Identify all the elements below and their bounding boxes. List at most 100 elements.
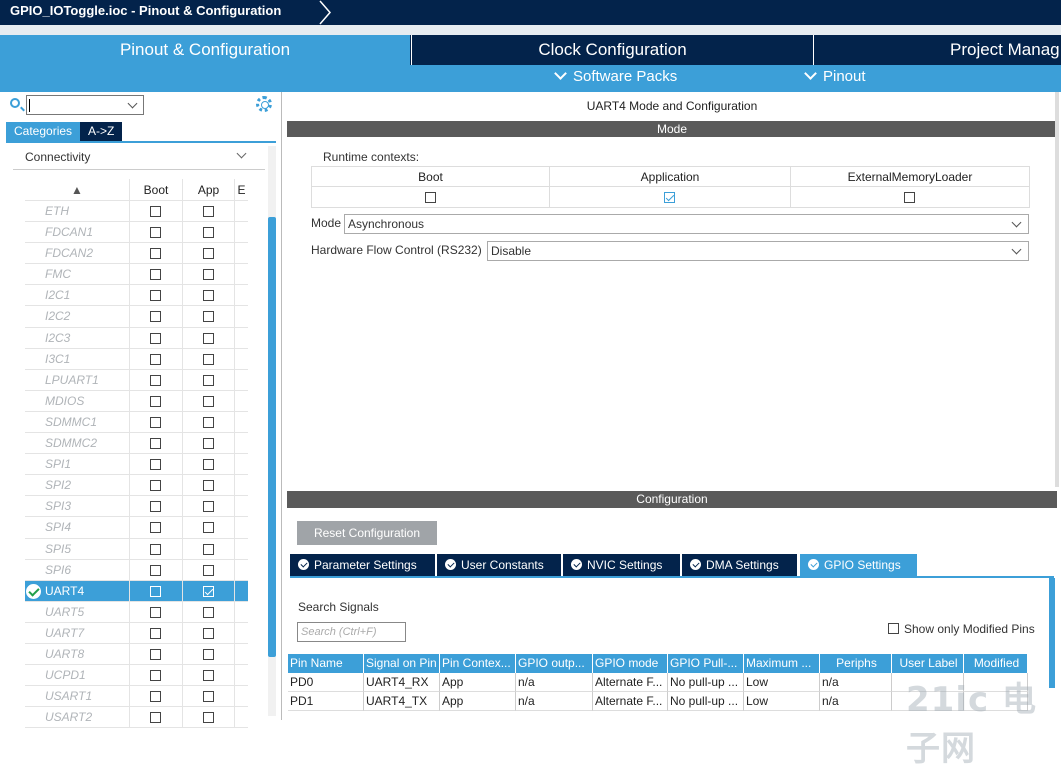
app-checkbox[interactable] [203,501,214,513]
peripheral-row-spi5[interactable]: SPI5 [25,538,248,560]
tab-clock-configuration[interactable]: Clock Configuration [411,35,814,65]
tab-project-manager[interactable]: Project Manag [815,35,1061,65]
boot-checkbox[interactable] [150,501,161,513]
app-checkbox[interactable] [203,332,214,344]
search-signals-input[interactable]: Search (Ctrl+F) [297,622,406,642]
boot-checkbox[interactable] [150,290,161,302]
mode-select[interactable]: Asynchronous [344,214,1029,234]
gear-icon[interactable] [256,96,272,112]
peripheral-row-spi2[interactable]: SPI2 [25,475,248,497]
show-modified-checkbox[interactable] [888,623,899,634]
col-e[interactable]: E [235,179,248,200]
app-checkbox[interactable] [203,248,214,260]
app-checkbox[interactable] [203,290,214,302]
app-checkbox[interactable] [203,543,214,555]
app-checkbox[interactable] [203,712,214,724]
app-checkbox[interactable] [203,627,214,639]
boot-checkbox[interactable] [150,438,161,450]
col-boot[interactable]: Boot [130,179,183,200]
category-search-input[interactable] [26,95,144,115]
boot-checkbox[interactable] [150,564,161,576]
tab-a-z[interactable]: A->Z [80,122,123,141]
boot-checkbox[interactable] [150,522,161,534]
app-checkbox[interactable] [203,564,214,576]
show-modified-pins[interactable]: Show only Modified Pins [888,622,1035,636]
context-boot-checkbox[interactable] [424,192,436,203]
app-checkbox[interactable] [203,691,214,703]
boot-checkbox[interactable] [150,353,161,365]
boot-checkbox[interactable] [150,606,161,618]
peripheral-row-uart4[interactable]: UART4 [25,580,248,602]
peripheral-row-mdios[interactable]: MDIOS [25,390,248,412]
software-packs-menu[interactable]: Software Packs [554,67,677,85]
chevron-down-icon[interactable] [127,98,138,109]
boot-checkbox[interactable] [150,227,161,239]
boot-checkbox[interactable] [150,374,161,386]
context-eml-checkbox[interactable] [904,192,915,203]
boot-checkbox[interactable] [150,395,161,407]
gpio-col-header[interactable]: Modified [964,654,1028,673]
app-checkbox[interactable] [203,670,214,682]
peripheral-row-sdmmc1[interactable]: SDMMC1 [25,411,248,434]
scrollbar[interactable] [1055,92,1059,487]
peripheral-row-i2c1[interactable]: I2C1 [25,285,248,307]
boot-checkbox[interactable] [150,627,161,639]
app-checkbox[interactable] [203,480,214,492]
boot-checkbox[interactable] [150,691,161,703]
peripheral-row-eth[interactable]: ETH [25,201,248,223]
peripheral-row-spi1[interactable]: SPI1 [25,454,248,476]
app-checkbox[interactable] [203,416,214,428]
chevron-down-icon[interactable] [236,148,247,159]
boot-checkbox[interactable] [150,332,161,344]
scrollbar-thumb[interactable] [268,217,276,657]
app-checkbox[interactable] [203,269,214,281]
peripheral-row-i3c1[interactable]: I3C1 [25,348,248,370]
gpio-col-header[interactable]: GPIO outp... [516,654,593,673]
col-app[interactable]: App [183,179,235,200]
boot-checkbox[interactable] [150,311,161,323]
gpio-col-header[interactable]: Maximum ... [744,654,820,673]
peripheral-row-usart2[interactable]: USART2 [25,707,248,729]
gpio-col-header[interactable]: GPIO mode [593,654,668,673]
app-checkbox[interactable] [203,459,214,471]
app-checkbox[interactable] [203,585,214,597]
peripheral-row-spi4[interactable]: SPI4 [25,517,248,539]
app-checkbox[interactable] [203,438,214,450]
peripheral-row-spi6[interactable]: SPI6 [25,559,248,581]
peripheral-row-uart7[interactable]: UART7 [25,622,248,644]
boot-checkbox[interactable] [150,416,161,428]
app-checkbox[interactable] [203,648,214,660]
app-checkbox[interactable] [203,206,214,217]
boot-checkbox[interactable] [150,712,161,724]
peripheral-row-fmc[interactable]: FMC [25,264,248,286]
category-header-connectivity[interactable]: Connectivity [13,146,265,170]
peripheral-row-spi3[interactable]: SPI3 [25,496,248,518]
peripheral-row-uart8[interactable]: UART8 [25,643,248,666]
app-checkbox[interactable] [203,395,214,407]
context-application-checkbox[interactable] [664,192,675,203]
sort-icon[interactable]: ▲ [25,179,130,200]
peripheral-row-usart1[interactable]: USART1 [25,686,248,708]
gpio-col-header[interactable]: Pin Name [288,654,364,673]
gpio-col-header[interactable]: Signal on Pin [364,654,440,673]
peripheral-row-uart5[interactable]: UART5 [25,601,248,623]
tab-parameter-settings[interactable]: Parameter Settings [290,554,435,576]
app-checkbox[interactable] [203,522,214,534]
tab-categories[interactable]: Categories [6,122,81,141]
app-checkbox[interactable] [203,353,214,365]
gpio-col-header[interactable]: Periphs [820,654,892,673]
reset-configuration-button[interactable]: Reset Configuration [297,521,437,545]
peripheral-row-fdcan2[interactable]: FDCAN2 [25,243,248,265]
boot-checkbox[interactable] [150,248,161,260]
boot-checkbox[interactable] [150,269,161,281]
boot-checkbox[interactable] [150,543,161,555]
boot-checkbox[interactable] [150,585,161,597]
boot-checkbox[interactable] [150,459,161,471]
gpio-col-header[interactable]: GPIO Pull-... [668,654,744,673]
app-checkbox[interactable] [203,606,214,618]
gpio-col-header[interactable]: User Label [892,654,964,673]
boot-checkbox[interactable] [150,670,161,682]
peripheral-row-lpuart1[interactable]: LPUART1 [25,369,248,391]
peripheral-row-fdcan1[interactable]: FDCAN1 [25,222,248,244]
tab-pinout-configuration[interactable]: Pinout & Configuration [0,35,410,65]
